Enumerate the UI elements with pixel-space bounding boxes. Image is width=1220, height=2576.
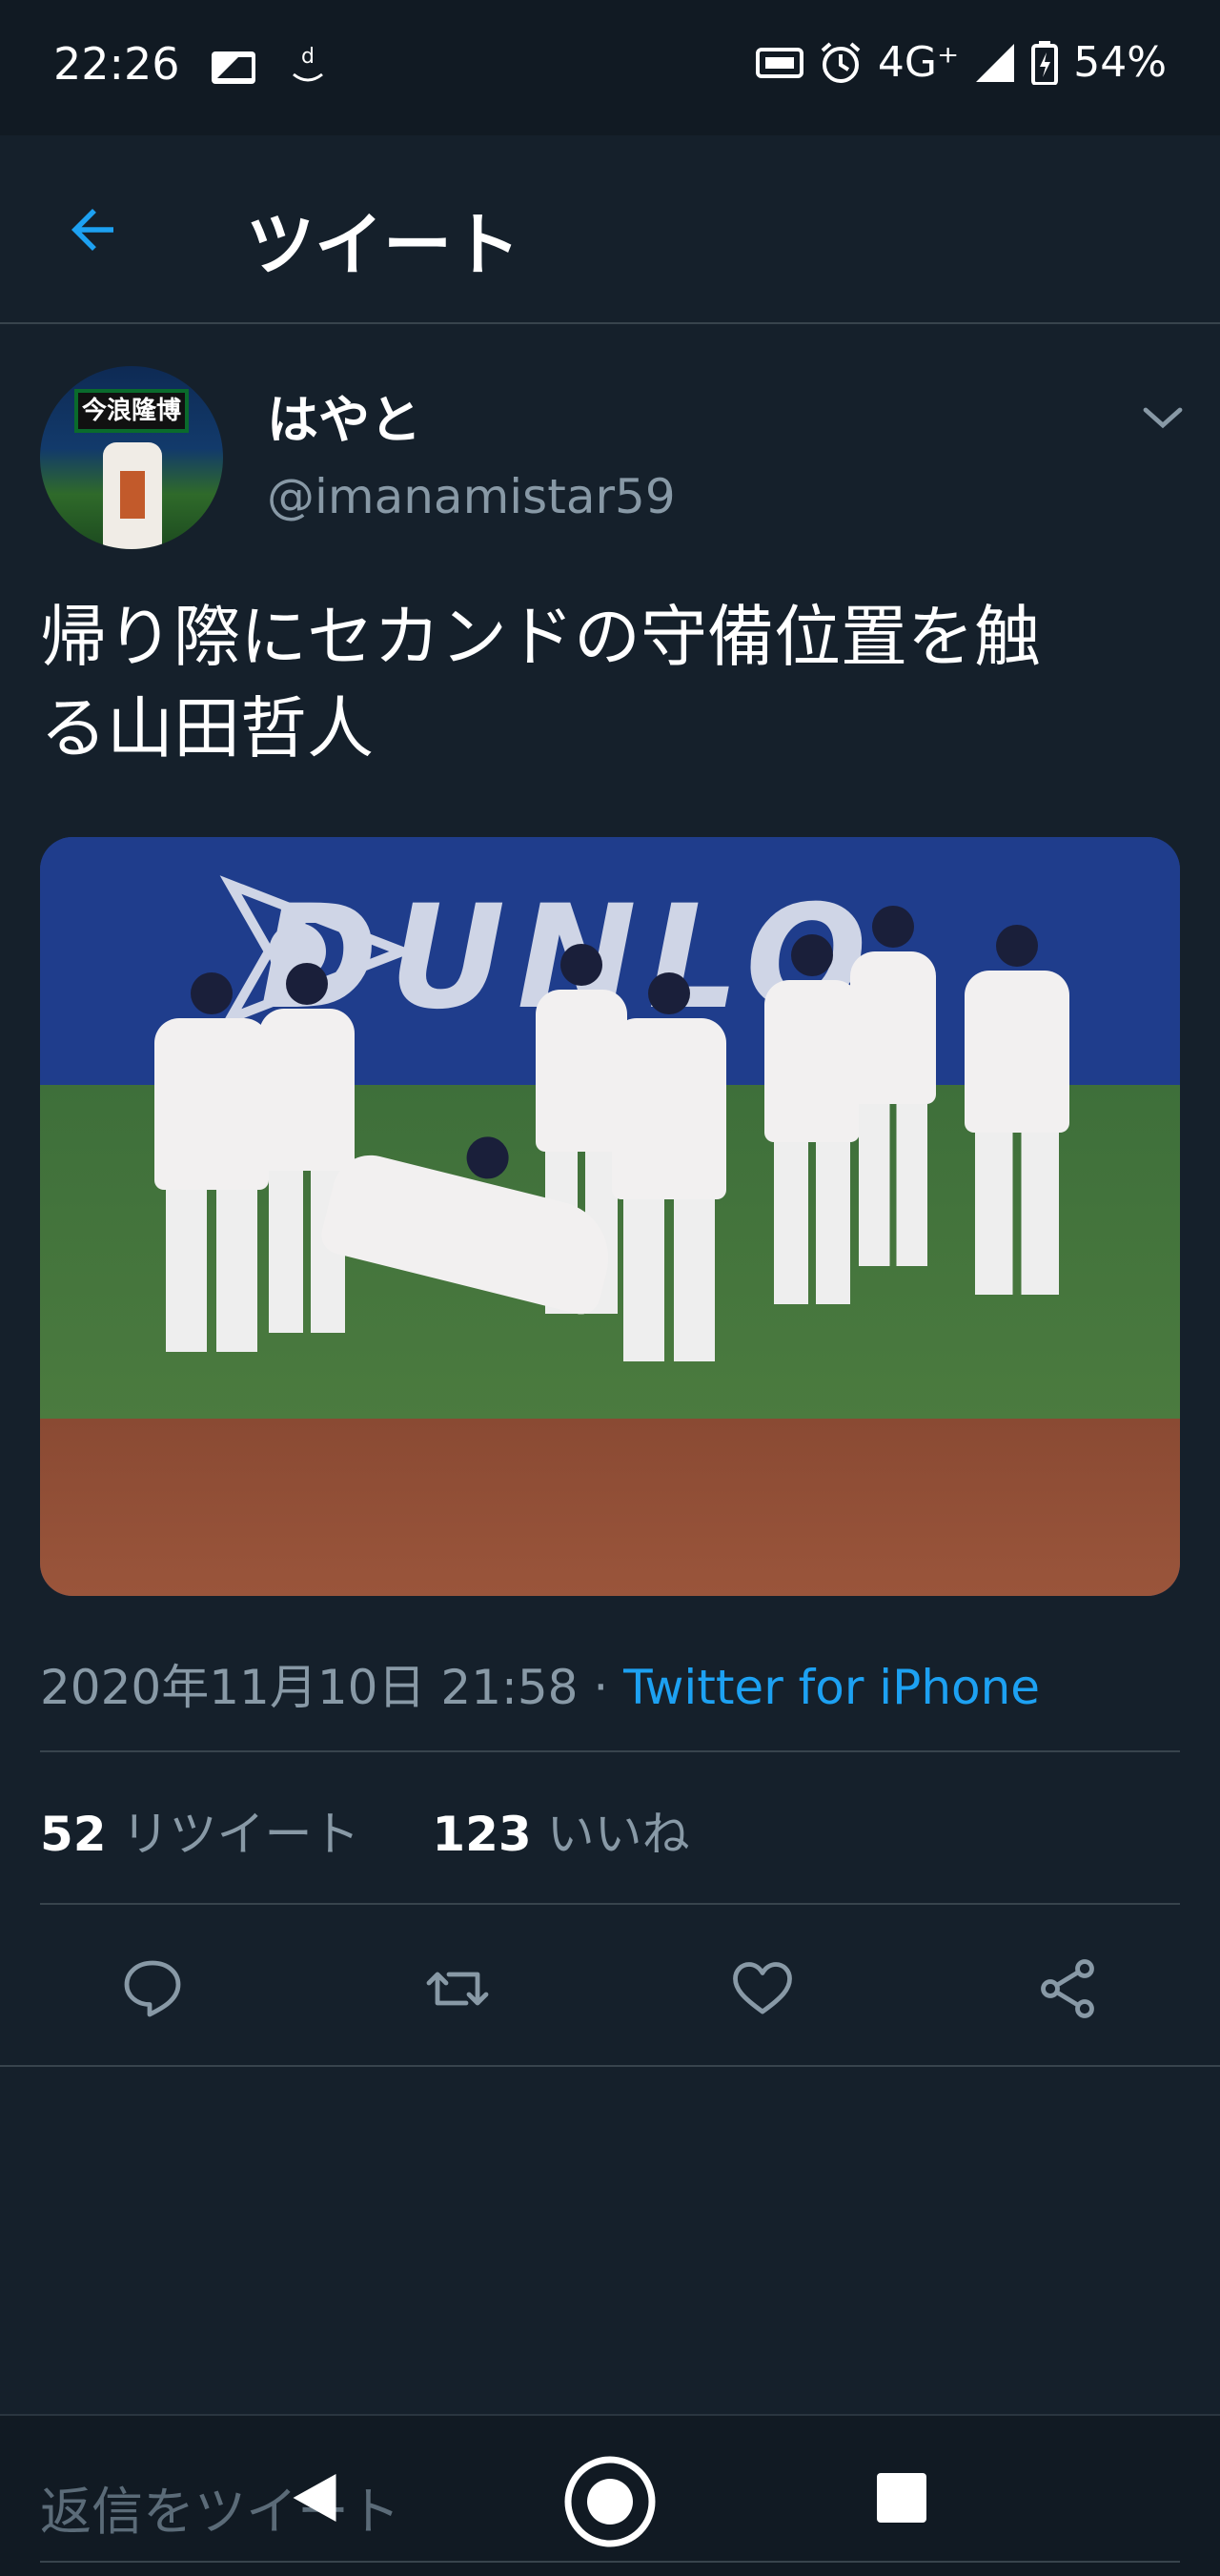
app-notification-icon: d	[293, 45, 323, 82]
share-icon[interactable]	[1033, 1954, 1102, 2023]
meta-separator: ·	[578, 1660, 624, 1715]
tweet-text: 帰り際にセカンドの守備位置を触 る山田哲人	[40, 591, 1184, 774]
divider	[40, 1903, 1180, 1905]
user-handle[interactable]: @imanamistar59	[267, 469, 676, 524]
tweet-photo[interactable]: DUNLO	[40, 837, 1180, 1596]
like-count[interactable]: 123	[432, 1807, 531, 1862]
status-indicators: 4G⁺ 54%	[755, 38, 1167, 87]
reply-input[interactable]: 返信をツイート	[40, 2469, 400, 2545]
nav-back-icon[interactable]	[286, 2469, 343, 2526]
divider	[40, 1750, 1180, 1752]
like-label[interactable]: いいね	[547, 1807, 690, 1862]
battery-percent: 54%	[1073, 38, 1167, 87]
reply-underline	[40, 2561, 1180, 2563]
tweet-actions	[0, 1945, 1220, 2031]
divider	[0, 2065, 1220, 2067]
tweet-text-line2: る山田哲人	[40, 689, 374, 767]
reply-bar: 返信をツイート	[0, 2414, 1220, 2576]
chevron-down-icon[interactable]	[1140, 395, 1186, 440]
status-bar: 22:26 d 4G⁺ 54%	[0, 0, 1220, 135]
reply-icon[interactable]	[118, 1954, 187, 2023]
photo-player	[259, 1009, 355, 1333]
photo-player	[764, 980, 860, 1304]
avatar[interactable]: 今浪隆博	[40, 366, 223, 549]
back-arrow-icon[interactable]	[61, 198, 124, 261]
tweet-stats: 52 リツイート 123 いいね	[40, 1796, 690, 1865]
display-name[interactable]: はやと	[267, 378, 421, 453]
network-type: 4G⁺	[877, 38, 960, 87]
tweet-timestamp: 2020年11月10日 21:58 · Twitter for iPhone	[40, 1649, 1040, 1718]
tweet-text-line1: 帰り際にセカンドの守備位置を触	[40, 598, 1041, 676]
nav-recents-icon[interactable]	[877, 2473, 926, 2523]
svg-text:d: d	[301, 45, 315, 69]
nav-home-icon[interactable]	[562, 2454, 658, 2549]
retweet-icon[interactable]	[423, 1954, 492, 2023]
page-title: ツイート	[246, 205, 521, 285]
retweet-count[interactable]: 52	[40, 1807, 107, 1862]
alarm-icon	[821, 41, 861, 83]
photo-player	[965, 971, 1069, 1295]
top-bar: ツイート	[0, 135, 1220, 324]
retweet-label[interactable]: リツイート	[122, 1807, 360, 1862]
vpn-icon	[755, 47, 803, 78]
tweet-date: 2020年11月10日 21:58	[40, 1660, 579, 1715]
like-icon[interactable]	[728, 1954, 797, 2023]
avatar-sign: 今浪隆博	[74, 389, 189, 433]
signal-icon	[976, 43, 1015, 82]
photo-infield-dirt	[40, 1419, 1180, 1596]
avatar-figure	[103, 442, 162, 549]
photo-player	[612, 1018, 726, 1361]
tweet-source-link[interactable]: Twitter for iPhone	[623, 1660, 1040, 1715]
status-time: 22:26	[53, 38, 180, 90]
battery-icon	[1031, 40, 1059, 85]
photo-player	[154, 1018, 269, 1352]
notification-icon	[212, 51, 255, 84]
photo-player	[850, 951, 936, 1266]
